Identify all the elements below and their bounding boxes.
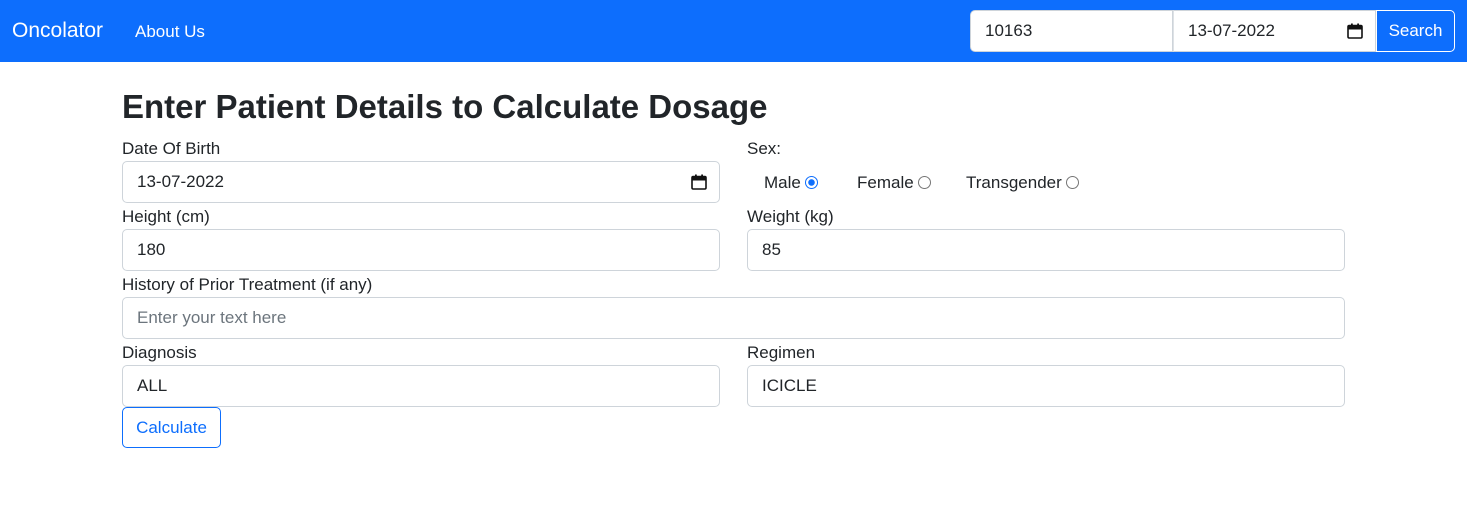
search-date-input[interactable]: 13-07-2022 [1173, 10, 1376, 52]
radio-icon[interactable] [917, 176, 931, 189]
search-date-value: 13-07-2022 [1188, 21, 1275, 40]
radio-checked-icon[interactable] [804, 176, 818, 189]
sex-option-label: Male [764, 173, 801, 192]
weight-input[interactable]: 85 [747, 229, 1345, 271]
history-input[interactable]: Enter your text here [122, 297, 1345, 339]
height-input[interactable]: 180 [122, 229, 720, 271]
sex-option-female[interactable]: Female [857, 172, 931, 194]
calendar-icon[interactable] [1347, 23, 1363, 39]
page-title: Enter Patient Details to Calculate Dosag… [122, 88, 768, 125]
sex-option-label: Transgender [966, 173, 1062, 192]
diagnosis-label: Diagnosis [122, 343, 197, 362]
sex-option-male[interactable]: Male [764, 172, 818, 194]
height-label: Height (cm) [122, 207, 210, 226]
brand-link[interactable]: Oncolator [12, 17, 103, 45]
regimen-label: Regimen [747, 343, 816, 362]
sex-option-transgender[interactable]: Transgender [966, 172, 1079, 194]
dob-field[interactable]: 13-07-2022 [122, 161, 720, 203]
weight-label: Weight (kg) [747, 207, 834, 226]
calculate-button[interactable]: Calculate [122, 407, 221, 448]
search-button[interactable]: Search [1376, 10, 1455, 52]
navbar-search-form: 10163 13-07-2022 Search [970, 10, 1455, 52]
diagnosis-input[interactable]: ALL [122, 365, 720, 407]
regimen-input[interactable]: ICICLE [747, 365, 1345, 407]
about-us-link[interactable]: About Us [135, 20, 205, 44]
dob-value: 13-07-2022 [137, 172, 224, 191]
sex-label: Sex: [747, 139, 782, 158]
patient-id-search-input[interactable]: 10163 [970, 10, 1173, 52]
dob-label: Date Of Birth [122, 139, 221, 158]
history-label: History of Prior Treatment (if any) [122, 275, 373, 294]
radio-icon[interactable] [1065, 176, 1079, 189]
sex-option-label: Female [857, 173, 914, 192]
calendar-icon[interactable] [691, 174, 707, 190]
navbar: Oncolator About Us 10163 13-07-2022 Sear… [0, 0, 1467, 62]
